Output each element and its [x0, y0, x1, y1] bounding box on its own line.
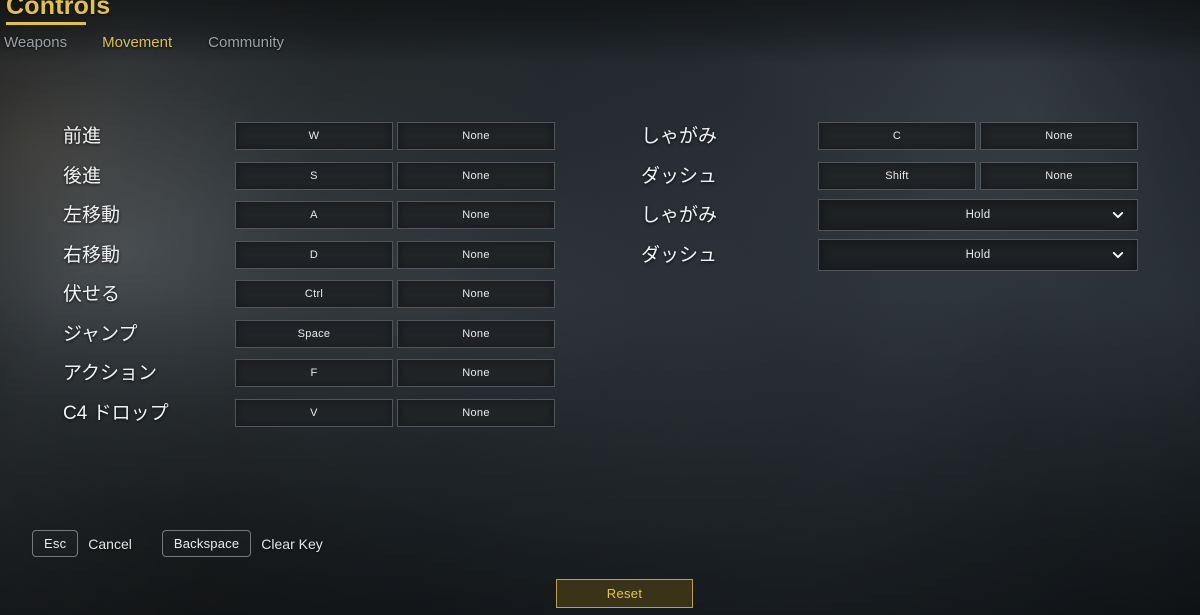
binding-label: ダッシュ — [641, 165, 718, 187]
binding-fields: Hold — [818, 199, 1138, 231]
controls-settings-screen: Controls Weapons Movement Community 前進 W Non… — [0, 0, 1200, 615]
binding-fields: C None — [818, 122, 1138, 150]
key-bind-secondary-button[interactable]: None — [397, 359, 555, 387]
binding-fields: Shift None — [818, 161, 1138, 190]
binding-label: C4 ドロップ — [63, 402, 169, 424]
binding-row: 後進 S None — [63, 160, 583, 200]
binding-fields: W None — [235, 122, 555, 150]
binding-row: 前進 W None — [63, 120, 583, 160]
key-bind-secondary-button[interactable]: None — [397, 280, 555, 308]
bindings-column-left: 前進 W None 後進 S None 左移動 A None 右移動 D None 伏せる Ctrl Non… — [63, 120, 583, 436]
binding-label: 右移動 — [63, 244, 121, 266]
key-bind-primary-button[interactable]: Space — [235, 319, 393, 348]
binding-row: C4 ドロップ V None — [63, 397, 583, 437]
mode-dropdown-value: Hold — [965, 209, 991, 221]
binding-fields: Hold — [818, 238, 1138, 271]
key-bind-secondary-button[interactable]: None — [397, 319, 555, 348]
tab-weapons[interactable]: Weapons — [4, 32, 67, 53]
key-cap: Esc — [32, 530, 79, 557]
key-hint-action: Clear Key — [261, 535, 323, 552]
binding-row: しゃがみ Hold — [641, 199, 1161, 239]
binding-label: アクション — [63, 363, 158, 384]
page-title: Controls — [6, 0, 111, 20]
key-bind-primary-button[interactable]: V — [235, 398, 393, 427]
key-bind-primary-button[interactable]: W — [235, 122, 393, 150]
binding-label: しゃがみ — [641, 205, 718, 226]
binding-label: 伏せる — [63, 284, 121, 305]
key-bind-primary-button[interactable]: Ctrl — [235, 280, 393, 308]
binding-fields: A None — [235, 201, 555, 229]
binding-row: ジャンプ Space None — [63, 318, 583, 358]
key-hint: Backspace Clear Key — [161, 530, 323, 557]
key-bind-secondary-button[interactable]: None — [980, 122, 1138, 150]
binding-fields: V None — [235, 398, 555, 427]
key-bind-secondary-button[interactable]: None — [397, 240, 555, 269]
mode-dropdown[interactable]: Hold — [818, 238, 1138, 271]
key-bind-primary-button[interactable]: C — [818, 122, 976, 150]
key-bind-secondary-button[interactable]: None — [397, 398, 555, 427]
binding-row: しゃがみ C None — [641, 120, 1161, 160]
mode-dropdown[interactable]: Hold — [818, 199, 1138, 231]
binding-label: 左移動 — [63, 205, 121, 226]
key-bind-primary-button[interactable]: S — [235, 161, 393, 190]
key-bind-primary-button[interactable]: A — [235, 201, 393, 229]
binding-label: ジャンプ — [63, 323, 138, 345]
key-hint-action: Cancel — [88, 535, 132, 552]
reset-button[interactable]: Reset — [556, 579, 693, 608]
key-bind-secondary-button[interactable]: None — [397, 161, 555, 190]
binding-fields: F None — [235, 359, 555, 387]
key-hints: Esc Cancel Backspace Clear Key — [32, 530, 323, 557]
key-cap: Backspace — [161, 530, 252, 557]
binding-fields: S None — [235, 161, 555, 190]
key-bind-primary-button[interactable]: D — [235, 240, 393, 269]
binding-fields: D None — [235, 240, 555, 269]
binding-label: しゃがみ — [641, 126, 718, 147]
binding-fields: Space None — [235, 319, 555, 348]
key-hint: Esc Cancel — [32, 530, 132, 557]
binding-row: 伏せる Ctrl None — [63, 278, 583, 318]
binding-row: アクション F None — [63, 357, 583, 397]
binding-fields: Ctrl None — [235, 280, 555, 308]
key-bind-primary-button[interactable]: Shift — [818, 161, 976, 190]
tab-community[interactable]: Community — [208, 32, 284, 53]
binding-row: 左移動 A None — [63, 199, 583, 239]
binding-row: ダッシュ Hold — [641, 238, 1161, 279]
binding-label: ダッシュ — [641, 244, 718, 266]
binding-label: 前進 — [63, 126, 102, 147]
category-tabs: Weapons Movement Community — [0, 32, 284, 53]
binding-row: ダッシュ Shift None — [641, 160, 1161, 200]
chevron-down-icon — [1112, 211, 1124, 219]
mode-dropdown-value: Hold — [965, 248, 991, 261]
key-bind-primary-button[interactable]: F — [235, 359, 393, 387]
binding-label: 後進 — [63, 165, 102, 187]
key-bind-secondary-button[interactable]: None — [980, 161, 1138, 190]
tab-movement[interactable]: Movement — [102, 32, 172, 53]
key-bind-secondary-button[interactable]: None — [397, 122, 555, 150]
page-title-underline — [6, 22, 86, 25]
key-bind-secondary-button[interactable]: None — [397, 201, 555, 229]
binding-row: 右移動 D None — [63, 239, 583, 279]
chevron-down-icon — [1112, 251, 1124, 258]
bindings-column-right: しゃがみ C None ダッシュ Shift None しゃがみ Hold ダッシュ Hold — [641, 120, 1161, 278]
